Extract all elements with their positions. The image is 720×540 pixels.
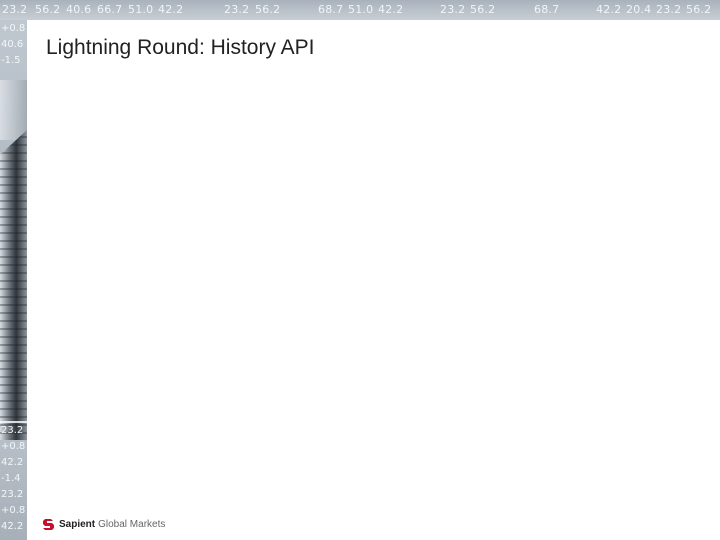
ticker-value: 42.2 [378,3,404,16]
strip-value: +0.8 [1,23,26,34]
strip-value: 42.2 [1,457,24,468]
top-ticker-bar: 23.2 56.2 40.6 66.7 51.0 42.2 23.2 56.2 … [0,0,720,20]
left-ticker-strip: +0.8 40.6 -1.5 23.2 +0.8 42.2 -1.4 23.2 … [0,20,27,540]
ticker-value: 56.2 [35,3,61,16]
ticker-value: 56.2 [255,3,281,16]
ticker-value: 51.0 [348,3,374,16]
building-image-top [0,80,27,140]
ticker-value: 68.7 [318,3,344,16]
ticker-value: 56.2 [686,3,712,16]
logo-brand-text: Sapient [59,518,96,530]
ticker-value: 68.7 [534,3,560,16]
slide: 23.2 56.2 40.6 66.7 51.0 42.2 23.2 56.2 … [0,0,720,540]
ticker-value: 23.2 [224,3,250,16]
building-image [0,130,27,440]
slide-title: Lightning Round: History API [46,36,315,59]
ticker-value: 51.0 [128,3,154,16]
ticker-value: 23.2 [440,3,466,16]
ticker-value: 42.2 [596,3,622,16]
strip-value: 42.2 [1,521,24,532]
ticker-value: 23.2 [2,3,28,16]
strip-value: -1.5 [1,55,21,66]
sapient-logo-icon [43,519,54,530]
ticker-value: 42.2 [158,3,184,16]
strip-value: 40.6 [1,39,24,50]
strip-value: 23.2 [1,489,24,500]
company-logo: Sapient Global Markets [42,515,165,533]
logo-sub-text: Global Markets [98,518,166,530]
strip-value: +0.8 [1,441,26,452]
ticker-value: 66.7 [97,3,123,16]
ticker-value: 40.6 [66,3,92,16]
strip-value: -1.4 [1,473,21,484]
strip-divider [0,421,27,423]
ticker-value: 56.2 [470,3,496,16]
ticker-value: 23.2 [656,3,682,16]
ticker-value: 20.4 [626,3,652,16]
strip-value: +0.8 [1,505,26,516]
strip-value: 23.2 [1,425,24,436]
